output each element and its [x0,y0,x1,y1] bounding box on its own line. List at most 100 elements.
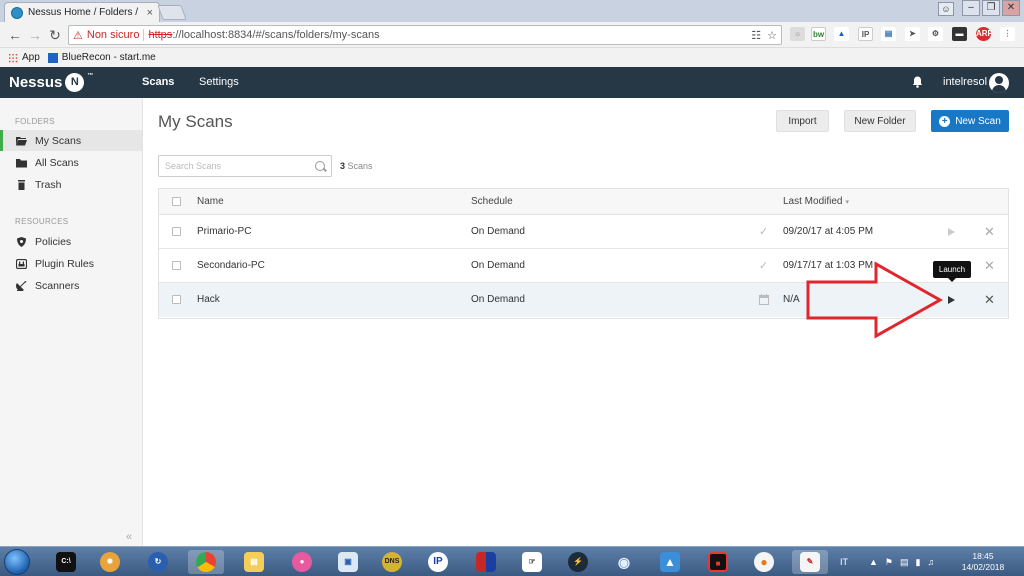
import-button[interactable]: Import [776,110,829,132]
row-checkbox[interactable] [172,227,181,236]
collapse-sidebar-icon[interactable]: « [126,531,132,543]
minimize-button[interactable]: – [962,0,980,16]
taskbar-paint-icon[interactable]: ✎ [792,550,828,574]
search-scans-field[interactable] [158,155,332,177]
sidebar-item-plugin-rules[interactable]: Plugin Rules [0,253,142,274]
bookmark-star-icon[interactable]: ☆ [767,29,777,42]
taskbar-sync-icon[interactable]: ↻ [140,550,176,574]
extension-terminal-icon[interactable]: ▬ [952,27,967,41]
extension-puzzle-icon[interactable]: ☼ [790,27,805,41]
start-button[interactable] [4,549,30,575]
scans-table: Name Schedule Last Modified ▾ Primario-PC… [158,188,1009,319]
column-schedule[interactable]: Schedule [471,189,513,215]
sidebar-item-policies[interactable]: Policies [0,231,142,252]
taskbar-pig-icon[interactable]: ● [284,550,320,574]
browser-tab-title: Nessus Home / Folders / [28,7,139,18]
scan-name[interactable]: Secondario-PC [197,249,265,283]
extension-plug-icon[interactable]: ⚙ [928,27,943,41]
delete-x-icon[interactable]: ✕ [984,215,995,249]
tray-volume-icon[interactable]: ♫ [927,557,934,567]
column-name[interactable]: Name [197,189,224,215]
sidebar-item-my-scans[interactable]: My Scans [0,130,142,151]
reload-icon[interactable]: ↻ [46,26,64,44]
user-name[interactable]: intelresol [943,67,987,98]
tray-signal-icon[interactable]: ▮ [916,557,921,568]
table-row[interactable]: Secondario-PC On Demand ✓ 09/17/17 at 1:… [159,249,1008,283]
launch-play-icon[interactable] [948,228,955,236]
bluerecon-icon [47,52,58,63]
windows-taskbar: C:\ ✸ ↻ ▤ ● ▣ DNS IP ☞ ⚡ ◉ ▲ ■ ● ✎ IT ▲ … [0,546,1024,576]
sidebar-item-trash[interactable]: Trash [0,174,142,195]
new-tab-button[interactable] [157,5,187,20]
nessus-logo[interactable]: Nessus N ™ [9,73,93,92]
delete-x-icon[interactable]: ✕ [984,249,995,283]
tray-network-icon[interactable]: ▤ [900,557,909,568]
system-clock[interactable]: 18:45 14/02/2018 [960,551,1006,573]
browser-toolbar: ← → ↻ ⚠ Non sicuro https://localhost:883… [0,22,1024,48]
url-path: ://localhost:8834/#/scans/folders/my-sca… [172,29,380,41]
taskbar-bolt-icon[interactable]: ⚡ [560,550,596,574]
notifications-bell-icon[interactable] [912,76,923,88]
taskbar-window-icon[interactable]: ▣ [330,550,366,574]
taskbar-cmd-icon[interactable]: C:\ [48,550,84,574]
select-all-checkbox[interactable] [172,197,181,206]
row-checkbox[interactable] [172,261,181,270]
new-folder-button[interactable]: New Folder [844,110,916,132]
bookmarks-bar: App BlueRecon - start.me [0,48,1024,67]
sidebar-item-all-scans[interactable]: All Scans [0,152,142,173]
resources-heading: RESOURCES [15,217,69,226]
restore-button[interactable]: ❐ [982,0,1000,16]
search-icon[interactable] [315,161,325,171]
tray-flag-icon[interactable]: ⚑ [885,557,893,568]
extension-bw-icon[interactable]: bw [811,27,826,41]
taskbar-flags-icon[interactable] [468,550,504,574]
browser-menu-icon[interactable]: ⋮ [1000,27,1015,41]
table-row[interactable]: Primario-PC On Demand ✓ 09/20/17 at 4:05… [159,215,1008,249]
extension-arrow-icon[interactable]: ➤ [905,27,920,41]
taskbar-dns-icon[interactable]: DNS [374,550,410,574]
launch-play-icon[interactable] [948,296,955,304]
taskbar-eye-icon[interactable]: ◉ [606,550,642,574]
close-window-button[interactable]: ✕ [1002,0,1020,16]
extension-chart-icon[interactable]: ▲ [834,27,849,41]
language-indicator[interactable]: IT [840,557,848,567]
taskbar-cursor-icon[interactable]: ☞ [514,550,550,574]
nav-settings[interactable]: Settings [199,67,239,98]
translate-icon[interactable]: ☷ [751,29,761,42]
extension-bars-icon[interactable]: ▤ [881,27,896,41]
tab-close-icon[interactable]: × [147,7,153,19]
taskbar-explorer-icon[interactable]: ▤ [236,550,272,574]
taskbar-wireshark-icon[interactable]: ▲ [652,550,688,574]
forward-arrow-icon[interactable]: → [26,26,44,44]
search-input[interactable] [165,161,315,171]
row-checkbox[interactable] [172,295,181,304]
completed-check-icon: ✓ [759,226,769,238]
table-row[interactable]: Hack On Demand N/A ✕ [159,283,1008,317]
nav-scans[interactable]: Scans [142,67,174,98]
extension-arp-icon[interactable]: ARP [976,27,993,41]
address-bar[interactable]: ⚠ Non sicuro https://localhost:8834/#/sc… [68,25,782,45]
scan-name[interactable]: Primario-PC [197,215,251,249]
bookmark-apps[interactable]: App [8,52,40,63]
tray-expand-icon[interactable]: ▲ [869,557,878,567]
extension-ip-icon[interactable]: IP [858,27,873,41]
column-last-modified[interactable]: Last Modified ▾ [783,189,849,215]
scan-name[interactable]: Hack [197,283,220,317]
new-scan-button[interactable]: + New Scan [931,110,1009,132]
taskbar-app-icon[interactable]: ■ [700,550,736,574]
browser-tab[interactable]: Nessus Home / Folders / × [4,2,160,22]
back-arrow-icon[interactable]: ← [6,26,24,44]
taskbar-network-icon[interactable]: ✸ [92,550,128,574]
taskbar-ip-icon[interactable]: IP [420,550,456,574]
user-avatar-icon[interactable] [989,73,1009,93]
page-title: My Scans [158,112,233,131]
sidebar-item-scanners[interactable]: Scanners [0,275,142,296]
profile-icon[interactable]: ☺ [938,2,954,16]
nessus-header: Nessus N ™ Scans Settings intelresol [0,67,1024,98]
taskbar-vpn-icon[interactable]: ● [746,550,782,574]
bookmark-bluerecon[interactable]: BlueRecon - start.me [47,52,156,63]
delete-x-icon[interactable]: ✕ [984,283,995,317]
taskbar-chrome-icon[interactable] [188,550,224,574]
launch-tooltip: Launch [933,261,971,282]
scan-last-modified: 09/20/17 at 4:05 PM [783,226,874,237]
